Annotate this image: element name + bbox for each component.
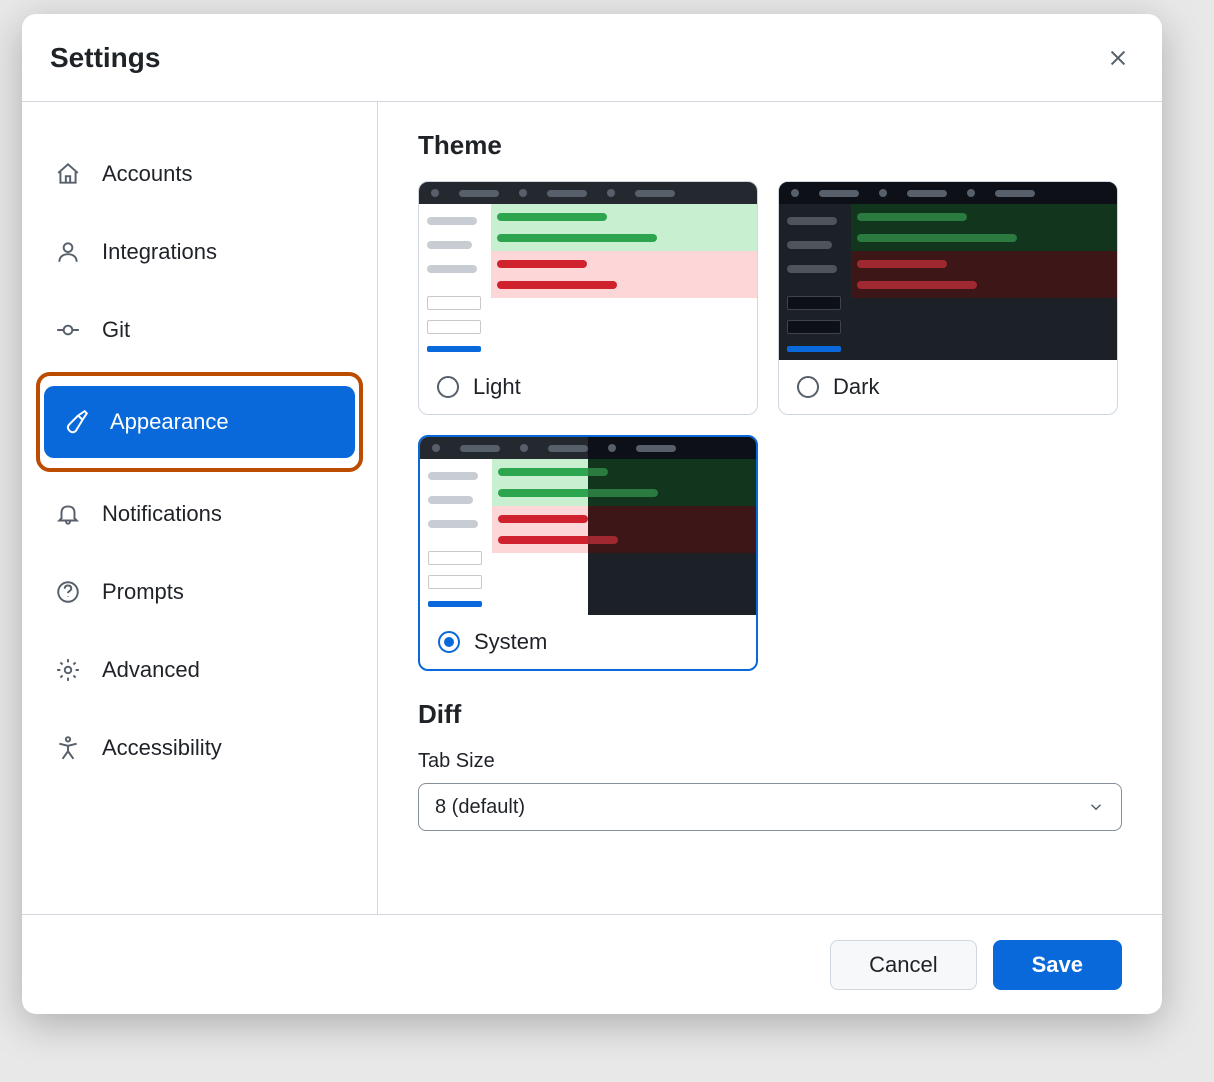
sidebar-item-label: Accessibility <box>102 735 222 761</box>
sidebar-item-prompts[interactable]: Prompts <box>36 556 363 628</box>
theme-option-dark[interactable]: Dark <box>778 181 1118 415</box>
theme-label: Light <box>473 374 521 400</box>
bell-icon <box>54 500 82 528</box>
settings-sidebar: Accounts Integrations Git A <box>22 102 378 914</box>
theme-radio-dark[interactable] <box>797 376 819 398</box>
tab-size-select[interactable]: 8 (default) <box>418 783 1122 831</box>
theme-option-light[interactable]: Light <box>418 181 758 415</box>
theme-label: Dark <box>833 374 879 400</box>
theme-preview-system <box>420 437 756 615</box>
theme-radio-light[interactable] <box>437 376 459 398</box>
theme-options: Light <box>418 181 1122 671</box>
modal-footer: Cancel Save <box>22 914 1162 1014</box>
modal-header: Settings <box>22 14 1162 102</box>
theme-preview-light <box>419 182 757 360</box>
save-button[interactable]: Save <box>993 940 1122 990</box>
paintbrush-icon <box>62 408 90 436</box>
tab-size-label: Tab Size <box>418 750 1122 773</box>
chevron-down-icon <box>1087 798 1105 816</box>
close-button[interactable] <box>1102 42 1134 74</box>
modal-title: Settings <box>50 42 160 74</box>
cancel-button-label: Cancel <box>869 952 937 978</box>
sidebar-item-label: Prompts <box>102 579 184 605</box>
sidebar-item-advanced[interactable]: Advanced <box>36 634 363 706</box>
cancel-button[interactable]: Cancel <box>830 940 976 990</box>
person-icon <box>54 238 82 266</box>
sidebar-item-appearance-highlight: Appearance <box>36 372 363 472</box>
sidebar-item-label: Advanced <box>102 657 200 683</box>
home-icon <box>54 160 82 188</box>
sidebar-item-label: Accounts <box>102 161 193 187</box>
sidebar-item-label: Integrations <box>102 239 217 265</box>
sidebar-item-appearance[interactable]: Appearance <box>44 386 355 458</box>
sidebar-item-accounts[interactable]: Accounts <box>36 138 363 210</box>
accessibility-icon <box>54 734 82 762</box>
close-icon <box>1107 47 1129 69</box>
theme-option-system[interactable]: System <box>418 435 758 671</box>
git-commit-icon <box>54 316 82 344</box>
question-icon <box>54 578 82 606</box>
sidebar-item-notifications[interactable]: Notifications <box>36 478 363 550</box>
sidebar-item-integrations[interactable]: Integrations <box>36 216 363 288</box>
theme-radio-system[interactable] <box>438 631 460 653</box>
save-button-label: Save <box>1032 952 1083 978</box>
sidebar-item-accessibility[interactable]: Accessibility <box>36 712 363 784</box>
diff-heading: Diff <box>418 699 1122 730</box>
sidebar-item-label: Notifications <box>102 501 222 527</box>
settings-content: Theme <box>378 102 1162 914</box>
theme-heading: Theme <box>418 130 1122 161</box>
sidebar-item-label: Appearance <box>110 409 229 435</box>
modal-body: Accounts Integrations Git A <box>22 102 1162 914</box>
tab-size-value: 8 (default) <box>435 796 525 819</box>
sidebar-item-git[interactable]: Git <box>36 294 363 366</box>
theme-preview-dark <box>779 182 1117 360</box>
gear-icon <box>54 656 82 684</box>
sidebar-item-label: Git <box>102 317 130 343</box>
settings-modal: Settings Accounts Integrations <box>22 14 1162 1014</box>
theme-label: System <box>474 629 547 655</box>
